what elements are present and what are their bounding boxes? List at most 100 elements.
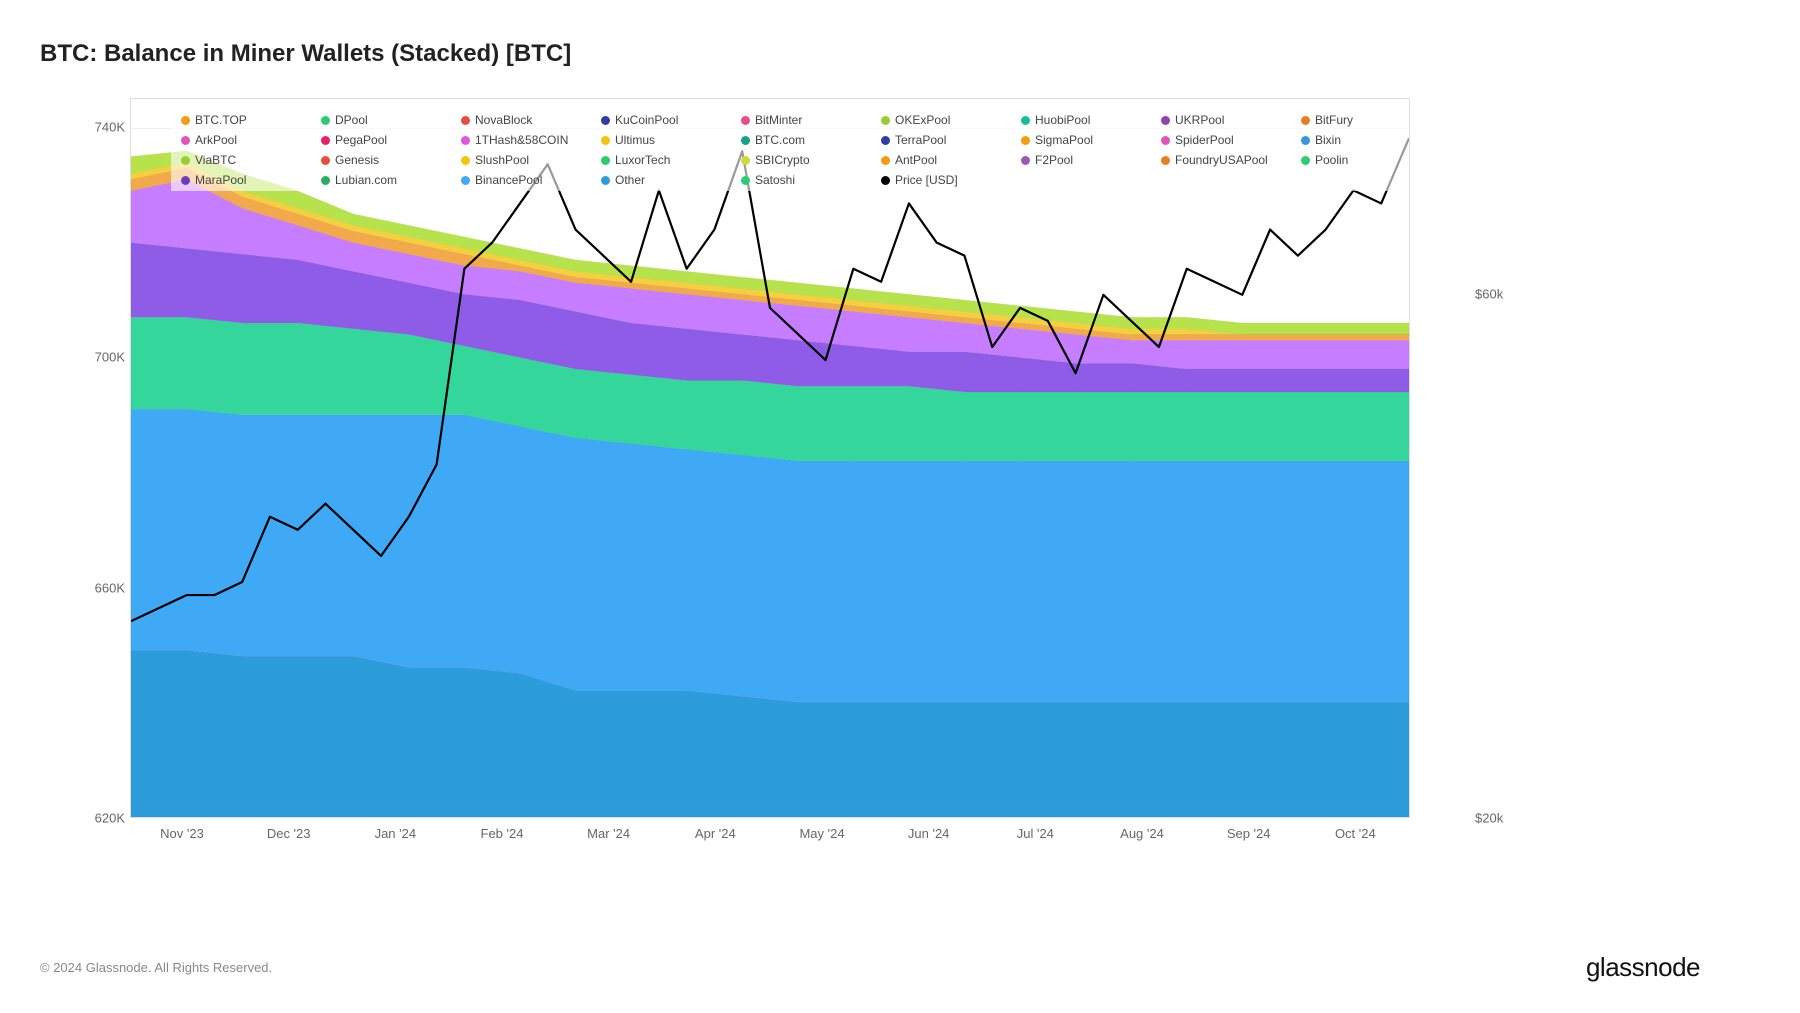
- x-tick: Aug '24: [1120, 826, 1164, 841]
- x-tick: Oct '24: [1335, 826, 1376, 841]
- legend-label: Ultimus: [615, 133, 655, 147]
- legend-dot: [461, 116, 470, 125]
- legend-label: UKRPool: [1175, 113, 1224, 127]
- legend-dot: [181, 156, 190, 165]
- legend-dot: [321, 136, 330, 145]
- x-tick: Sep '24: [1227, 826, 1271, 841]
- legend-label: Poolin: [1315, 153, 1348, 167]
- x-tick: Apr '24: [695, 826, 736, 841]
- legend-item[interactable]: AntPool: [881, 153, 1021, 167]
- legend-label: BitFury: [1315, 113, 1353, 127]
- legend-item[interactable]: KuCoinPool: [601, 113, 741, 127]
- legend-dot: [741, 136, 750, 145]
- legend-dot: [741, 156, 750, 165]
- legend-item[interactable]: FoundryUSAPool: [1161, 153, 1301, 167]
- legend-dot: [461, 176, 470, 185]
- legend-item[interactable]: 1THash&58COIN: [461, 133, 601, 147]
- brand-logo: glassnode: [1586, 952, 1700, 983]
- x-tick: Nov '23: [160, 826, 204, 841]
- legend-dot: [601, 136, 610, 145]
- legend-label: DPool: [335, 113, 368, 127]
- y-left-tick: 660K: [95, 580, 125, 595]
- legend-item[interactable]: Bixin: [1301, 133, 1410, 147]
- legend-label: HuobiPool: [1035, 113, 1090, 127]
- legend-item[interactable]: HuobiPool: [1021, 113, 1161, 127]
- legend-item[interactable]: BinancePool: [461, 173, 601, 187]
- legend-label: PegaPool: [335, 133, 387, 147]
- legend-item[interactable]: SlushPool: [461, 153, 601, 167]
- legend-dot: [881, 136, 890, 145]
- legend-dot: [1301, 136, 1310, 145]
- legend-item[interactable]: Ultimus: [601, 133, 741, 147]
- legend-label: Satoshi: [755, 173, 795, 187]
- plot-area: BTC.TOP DPool NovaBlockKuCoinPool BitMinter…: [130, 98, 1410, 818]
- legend-item[interactable]: MaraPool: [181, 173, 321, 187]
- legend-item[interactable]: SBICrypto: [741, 153, 881, 167]
- legend-item[interactable]: BitMinter: [741, 113, 881, 127]
- legend-label: OKExPool: [895, 113, 950, 127]
- legend-item[interactable]: Other: [601, 173, 741, 187]
- legend-item[interactable]: Lubian.com: [321, 173, 461, 187]
- x-tick: Jul '24: [1017, 826, 1054, 841]
- legend-label: SlushPool: [475, 153, 529, 167]
- legend-label: BTC.TOP: [195, 113, 247, 127]
- legend-label: MaraPool: [195, 173, 246, 187]
- legend-item[interactable]: F2Pool: [1021, 153, 1161, 167]
- x-tick: Jan '24: [375, 826, 417, 841]
- legend-dot: [321, 176, 330, 185]
- legend-label: Genesis: [335, 153, 379, 167]
- legend-dot: [1021, 156, 1030, 165]
- y-left-tick: 700K: [95, 350, 125, 365]
- legend-label: BinancePool: [475, 173, 542, 187]
- legend-item[interactable]: OKExPool: [881, 113, 1021, 127]
- legend-item[interactable]: LuxorTech: [601, 153, 741, 167]
- chart: 620K660K700K740K $20k$60k BTC.TOPDPoolNo…: [90, 98, 1470, 898]
- legend: BTC.TOP DPool NovaBlockKuCoinPool BitMinter…: [171, 109, 1410, 191]
- legend-item[interactable]: BTC.TOP: [181, 113, 321, 127]
- y-left-tick: 740K: [95, 119, 125, 134]
- legend-dot: [1301, 156, 1310, 165]
- chart-title: BTC: Balance in Miner Wallets (Stacked) …: [40, 40, 1500, 68]
- legend-item[interactable]: DPool: [321, 113, 461, 127]
- legend-dot: [881, 176, 890, 185]
- legend-dot: [881, 116, 890, 125]
- legend-item[interactable]: Poolin: [1301, 153, 1410, 167]
- legend-item[interactable]: SigmaPool: [1021, 133, 1161, 147]
- legend-item[interactable]: NovaBlock: [461, 113, 601, 127]
- legend-item[interactable]: Genesis: [321, 153, 461, 167]
- legend-item[interactable]: BitFury: [1301, 113, 1410, 127]
- legend-dot: [1021, 116, 1030, 125]
- legend-label: LuxorTech: [615, 153, 670, 167]
- legend-item[interactable]: TerraPool: [881, 133, 1021, 147]
- legend-label: F2Pool: [1035, 153, 1073, 167]
- legend-label: Bixin: [1315, 133, 1341, 147]
- legend-item[interactable]: PegaPool: [321, 133, 461, 147]
- y-right-tick: $20k: [1475, 811, 1503, 826]
- legend-item[interactable]: ArkPool: [181, 133, 321, 147]
- legend-label: Other: [615, 173, 645, 187]
- x-axis: Nov '23Dec '23Jan '24Feb '24Mar '24Apr '…: [130, 818, 1410, 848]
- legend-item[interactable]: BTC.com: [741, 133, 881, 147]
- legend-label: Price [USD]: [895, 173, 958, 187]
- y-left-tick: 620K: [95, 811, 125, 826]
- legend-item[interactable]: Satoshi: [741, 173, 881, 187]
- legend-dot: [1021, 136, 1030, 145]
- legend-label: Lubian.com: [335, 173, 397, 187]
- legend-item[interactable]: SpiderPool: [1161, 133, 1301, 147]
- legend-label: ArkPool: [195, 133, 237, 147]
- legend-item[interactable]: Price [USD]: [881, 173, 1021, 187]
- x-tick: Mar '24: [587, 826, 630, 841]
- x-tick: Jun '24: [908, 826, 950, 841]
- legend-label: BitMinter: [755, 113, 802, 127]
- legend-label: 1THash&58COIN: [475, 133, 568, 147]
- legend-dot: [321, 156, 330, 165]
- y-right-tick: $60k: [1475, 287, 1503, 302]
- legend-item[interactable]: ViaBTC: [181, 153, 321, 167]
- legend-dot: [461, 136, 470, 145]
- legend-dot: [601, 156, 610, 165]
- legend-item[interactable]: UKRPool: [1161, 113, 1301, 127]
- legend-dot: [181, 136, 190, 145]
- legend-dot: [1161, 156, 1170, 165]
- legend-dot: [1161, 116, 1170, 125]
- legend-dot: [741, 116, 750, 125]
